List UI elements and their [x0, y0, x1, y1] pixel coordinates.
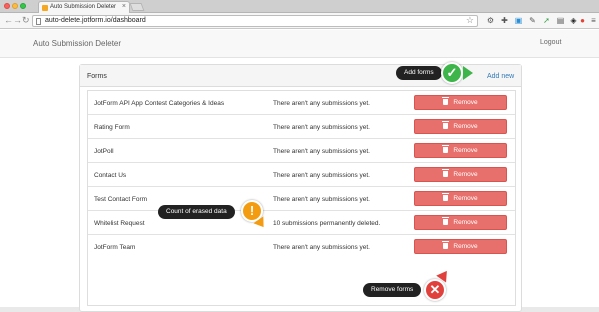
add-new-link[interactable]: Add new [487, 73, 514, 80]
form-name: Contact Us [94, 172, 127, 179]
trash-icon [442, 241, 450, 249]
add-forms-callout-label: Add forms [404, 69, 434, 76]
submission-status: There aren't any submissions yet. [273, 244, 370, 251]
maximize-window-button[interactable] [20, 3, 26, 9]
remove-label: Remove [453, 171, 478, 178]
save-icon[interactable]: ▤ [556, 16, 565, 25]
submission-status: 10 submissions permanently deleted. [273, 220, 381, 227]
close-tab-icon[interactable]: × [122, 3, 126, 10]
submission-status: There aren't any submissions yet. [273, 196, 370, 203]
new-tab-button[interactable] [129, 3, 145, 11]
remove-label: Remove [453, 195, 478, 202]
tab-title: Auto Submission Deleter [50, 4, 117, 10]
favicon-icon [42, 5, 48, 11]
app-brand[interactable]: Auto Submission Deleter [33, 39, 121, 48]
logout-link[interactable]: Logout [540, 39, 561, 46]
browser-toolbar: ← → ↻ auto-delete.jotform.io/dashboard ☆… [0, 13, 599, 29]
remove-label: Remove [453, 123, 478, 130]
submission-status: There aren't any submissions yet. [273, 172, 370, 179]
menu-icon[interactable]: ≡ [589, 16, 598, 25]
page-icon [36, 18, 41, 25]
trash-icon [442, 169, 450, 177]
tab-strip: Auto Submission Deleter × [0, 0, 599, 13]
screen-icon[interactable]: ▣ [514, 16, 523, 25]
remove-label: Remove [453, 147, 478, 154]
panel-title: Forms [87, 73, 107, 80]
reload-icon[interactable]: ↻ [22, 15, 30, 26]
trash-icon [442, 97, 450, 105]
form-name: JotForm API App Contest Categories & Ide… [94, 100, 225, 107]
remove-button[interactable]: Remove [414, 167, 507, 182]
remove-label: Remove [453, 99, 478, 106]
bookmark-star-icon[interactable]: ☆ [466, 15, 474, 26]
app-page: Auto Submission Deleter Logout Forms Add… [0, 30, 599, 312]
navbar: Auto Submission Deleter Logout [0, 30, 599, 58]
form-name: JotForm Team [94, 244, 136, 251]
close-x-icon: ✕ [424, 279, 446, 301]
checkmark-icon: ✓ [441, 62, 463, 84]
table-row: Whitelist Request 10 submissions permane… [88, 211, 515, 235]
forms-panel: Forms Add new JotForm API App Contest Ca… [79, 64, 522, 312]
form-name: JotPoll [94, 148, 114, 155]
browser-tab[interactable]: Auto Submission Deleter × [38, 1, 130, 13]
back-icon[interactable]: ← [4, 15, 13, 25]
layers-icon[interactable]: ◈ [569, 16, 578, 25]
trash-icon [442, 217, 450, 225]
settings-icon[interactable]: ⚙ [486, 16, 495, 25]
trash-icon [442, 121, 450, 129]
remove-label: Remove [453, 219, 478, 226]
remove-forms-callout: Remove forms [363, 283, 422, 297]
url-text: auto-delete.jotform.io/dashboard [45, 17, 146, 24]
arrow-icon[interactable]: ➚ [542, 16, 551, 25]
form-name: Test Contact Form [94, 196, 148, 203]
address-bar[interactable]: auto-delete.jotform.io/dashboard ☆ [32, 15, 478, 27]
submission-status: There aren't any submissions yet. [273, 124, 370, 131]
trash-icon [442, 193, 450, 201]
remove-button[interactable]: Remove [414, 215, 507, 230]
callout-pointer [463, 66, 473, 80]
count-erased-callout-label: Count of erased data [166, 208, 227, 215]
shield-icon[interactable]: ● [578, 16, 587, 25]
trash-icon [442, 145, 450, 153]
table-row: Contact Us There aren't any submissions … [88, 163, 515, 187]
remove-button[interactable]: Remove [414, 119, 507, 134]
remove-forms-callout-label: Remove forms [371, 286, 414, 293]
add-forms-callout: Add forms [396, 66, 442, 80]
table-row: JotForm API App Contest Categories & Ide… [88, 91, 515, 115]
browser-window: Auto Submission Deleter × ← → ↻ auto-del… [0, 0, 599, 312]
submission-status: There aren't any submissions yet. [273, 100, 370, 107]
form-name: Rating Form [94, 124, 130, 131]
close-window-button[interactable] [4, 3, 10, 9]
puzzle-icon[interactable]: ✚ [500, 16, 509, 25]
remove-button[interactable]: Remove [414, 239, 507, 254]
pen-icon[interactable]: ✎ [528, 16, 537, 25]
minimize-window-button[interactable] [12, 3, 18, 9]
remove-label: Remove [453, 243, 478, 250]
count-erased-callout: Count of erased data [158, 205, 235, 219]
remove-button[interactable]: Remove [414, 95, 507, 110]
remove-button[interactable]: Remove [414, 191, 507, 206]
table-row: JotPoll There aren't any submissions yet… [88, 139, 515, 163]
form-name: Whitelist Request [94, 220, 145, 227]
forward-icon[interactable]: → [13, 15, 22, 25]
table-row: JotForm Team There aren't any submission… [88, 235, 515, 259]
table-row: Rating Form There aren't any submissions… [88, 115, 515, 139]
remove-button[interactable]: Remove [414, 143, 507, 158]
table-row: Test Contact Form There aren't any submi… [88, 187, 515, 211]
submission-status: There aren't any submissions yet. [273, 148, 370, 155]
